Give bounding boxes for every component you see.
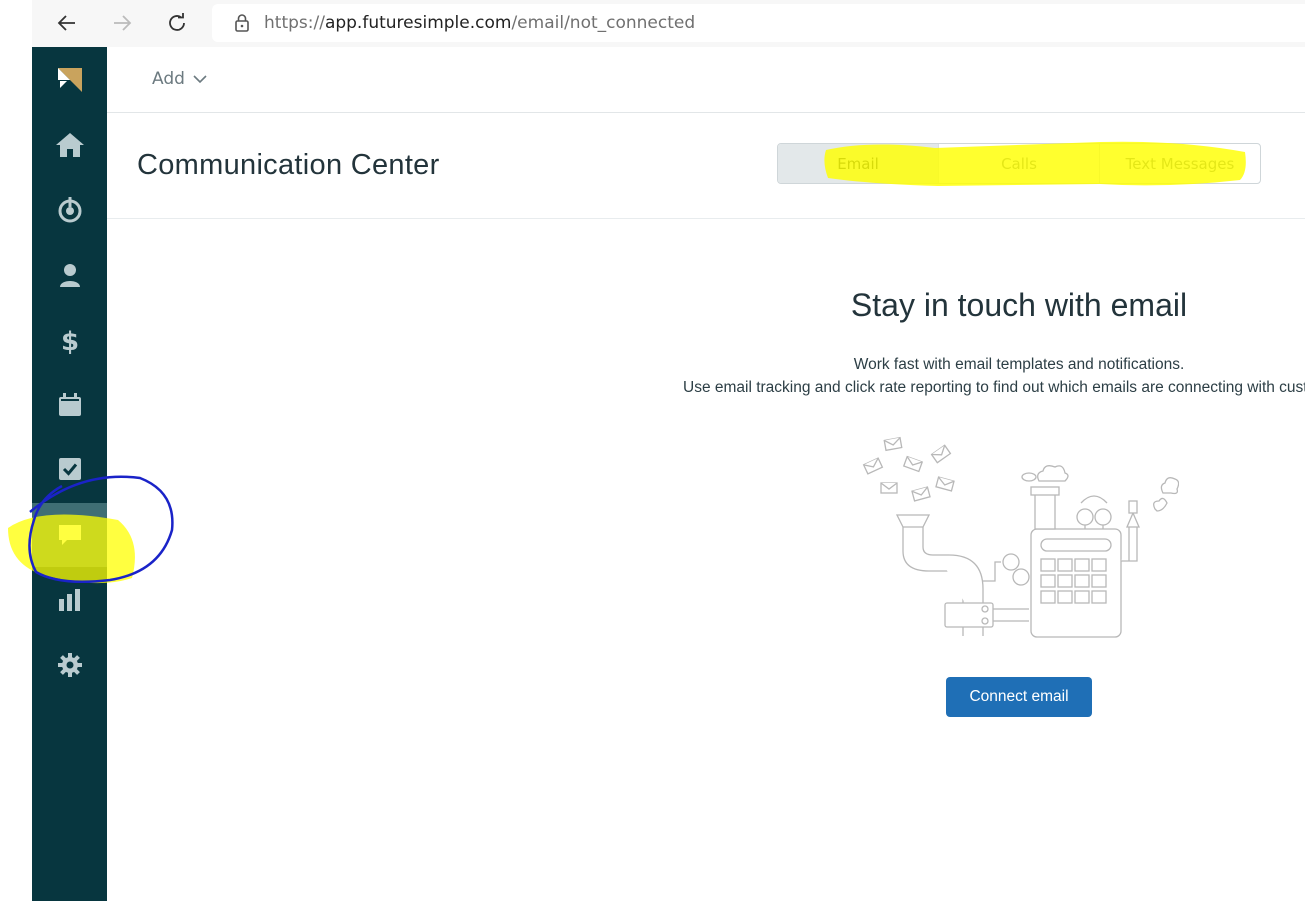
channel-tabs: Email Calls Text Messages: [777, 143, 1261, 184]
checkbox-icon[interactable]: [32, 437, 107, 501]
envelope-icon: [883, 436, 903, 452]
back-arrow-icon[interactable]: [52, 8, 82, 38]
address-bar[interactable]: https://app.futuresimple.com/email/not_c…: [212, 4, 1305, 42]
connect-email-button[interactable]: Connect email: [946, 677, 1092, 717]
bar-chart-icon[interactable]: [32, 568, 107, 632]
add-dropdown[interactable]: Add: [152, 69, 207, 89]
email-machine-illustration: [859, 431, 1180, 645]
calendar-icon[interactable]: [32, 373, 107, 437]
top-bar: Add: [107, 47, 1305, 113]
main-content: Stay in touch with email Work fast with …: [107, 219, 1305, 901]
target-icon[interactable]: [32, 178, 107, 242]
chat-bubble-icon[interactable]: [32, 503, 107, 567]
dollar-icon[interactable]: $: [32, 308, 107, 372]
page-title: Communication Center: [137, 149, 440, 181]
page-header: Communication Center Email Calls Text Me…: [107, 113, 1305, 219]
lock-icon: [234, 13, 250, 33]
tab-calls-label: Calls: [1001, 154, 1037, 173]
forward-arrow-icon[interactable]: [107, 8, 137, 38]
browser-toolbar: https://app.futuresimple.com/email/not_c…: [32, 0, 1305, 47]
tab-email-label: Email: [837, 154, 879, 173]
svg-text:$: $: [60, 327, 78, 355]
sidebar: $: [32, 47, 107, 901]
empty-state-description: Work fast with email templates and notif…: [107, 353, 1305, 399]
url-text: https://app.futuresimple.com/email/not_c…: [264, 13, 696, 33]
gear-icon[interactable]: [32, 633, 107, 697]
tab-text-messages[interactable]: Text Messages: [1099, 144, 1260, 183]
logo-icon[interactable]: [32, 48, 107, 112]
home-icon[interactable]: [32, 113, 107, 177]
description-line-2: Use email tracking and click rate report…: [683, 379, 1305, 396]
person-icon[interactable]: [32, 243, 107, 307]
tab-text-messages-label: Text Messages: [1125, 154, 1235, 173]
chevron-down-icon: [193, 69, 207, 89]
empty-state-title: Stay in touch with email: [850, 287, 1188, 323]
add-label: Add: [152, 69, 185, 89]
tab-calls[interactable]: Calls: [938, 144, 1099, 183]
description-line-1: Work fast with email templates and notif…: [853, 356, 1185, 373]
reload-icon[interactable]: [162, 8, 192, 38]
tab-email[interactable]: Email: [778, 144, 938, 183]
